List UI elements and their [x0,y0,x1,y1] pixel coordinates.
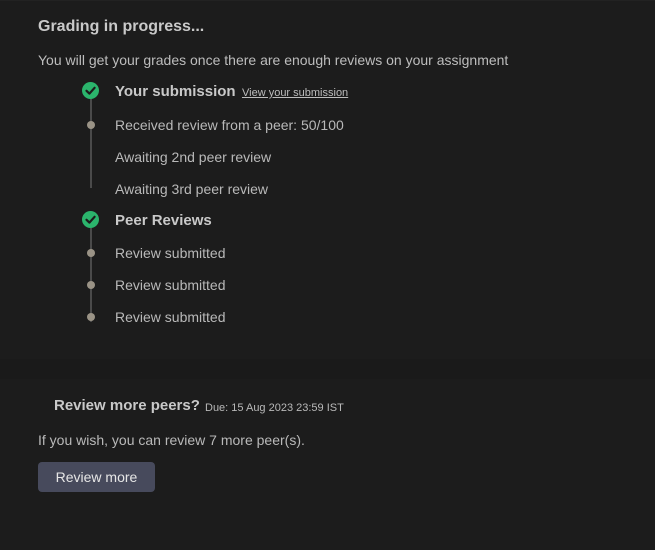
peer-review-step-2: Review submitted [115,277,226,293]
dot-icon [87,281,95,289]
grading-subtitle: You will get your grades once there are … [38,52,509,68]
review-more-description: If you wish, you can review 7 more peer(… [38,432,305,448]
view-submission-link[interactable]: View your submission [242,87,348,99]
peer-review-step-1: Review submitted [115,245,226,261]
peer-reviews-timeline-line [90,228,92,322]
peer-reviews-title: Peer Reviews [115,212,212,229]
submission-step-1: Received review from a peer: 50/100 [115,117,344,133]
review-more-button[interactable]: Review more [38,462,155,492]
check-circle-icon [82,211,99,228]
submission-step-2: Awaiting 2nd peer review [115,149,272,165]
dot-icon [87,249,95,257]
page: Grading in progress... You will get your… [0,0,655,550]
dot-icon [87,121,95,129]
submission-timeline-line [90,99,92,188]
review-more-title: Review more peers? [54,397,200,414]
peer-review-step-3: Review submitted [115,309,226,325]
grading-title: Grading in progress... [38,18,205,35]
due-date: Due: 15 Aug 2023 23:59 IST [205,402,344,414]
check-circle-icon [82,82,99,99]
submission-step-3: Awaiting 3rd peer review [115,181,269,197]
submission-title: Your submission [115,83,236,100]
dot-icon [87,313,95,321]
